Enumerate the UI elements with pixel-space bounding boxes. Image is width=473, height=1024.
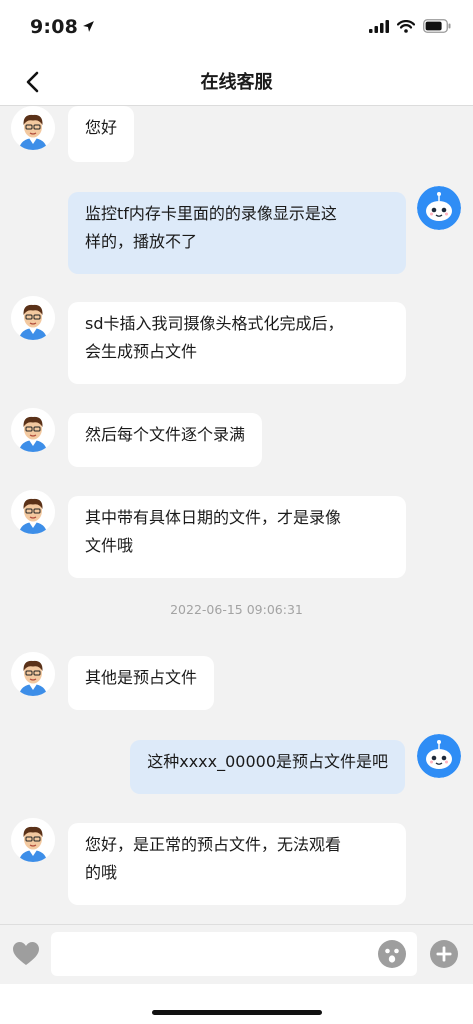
robot-avatar-icon [417,186,461,230]
message-timestamp: 2022-06-15 09:06:31 [170,602,303,617]
emoji-button[interactable] [377,939,407,969]
message-line: 您好，是正常的预占文件，无法观看 [85,835,342,854]
message-line: 您好 [85,118,118,137]
home-indicator-area [0,984,473,1024]
user-message-bubble: 这种xxxx_00000是预占文件是吧 [130,740,405,794]
status-icons [369,19,451,33]
input-bar [0,924,473,984]
message-line: 这种xxxx_00000是预占文件是吧 [147,752,388,771]
nav-bar: 在线客服 [0,56,473,106]
agent-avatar [11,106,55,150]
message-line: 的哦 [85,863,118,882]
message-line: 其中带有具体日期的文件，才是录像 [85,508,342,527]
agent-avatar-icon [11,296,55,340]
message-line: 样的，播放不了 [85,232,198,251]
agent-message-bubble: sd卡插入我司摄像头格式化完成后， 会生成预占文件 [68,302,406,384]
user-robot-avatar [417,186,461,230]
message-line: 文件哦 [85,536,134,555]
battery-icon [423,19,451,33]
robot-avatar-icon [417,734,461,778]
more-actions-button[interactable] [429,939,459,969]
emoji-face-icon [378,940,406,968]
agent-avatar [11,818,55,862]
favorite-button[interactable] [11,939,41,969]
agent-avatar [11,296,55,340]
user-message-bubble: 监控tf内存卡里面的的录像显示是这 样的，播放不了 [68,192,406,274]
agent-avatar [11,408,55,452]
agent-avatar-icon [11,490,55,534]
agent-avatar [11,652,55,696]
home-indicator[interactable] [152,1010,322,1015]
location-arrow-icon [82,16,95,38]
heart-icon [13,942,39,965]
cellular-signal-icon [369,19,389,33]
message-input[interactable] [51,932,417,976]
chat-message-list[interactable]: 您好 监控tf内存卡里面的的录像显示是这 样的，播放不了 sd卡插入我司摄像头格… [0,106,473,924]
message-line: 其他是预占文件 [85,668,198,687]
agent-avatar [11,490,55,534]
message-line: 监控tf内存卡里面的的录像显示是这 [85,204,337,223]
agent-message-bubble: 然后每个文件逐个录满 [68,413,263,467]
message-line: 会生成预占文件 [85,342,198,361]
wifi-icon [397,19,415,33]
status-time: 9:08 [30,16,95,38]
agent-message-bubble: 您好，是正常的预占文件，无法观看 的哦 [68,823,406,905]
page-title: 在线客服 [200,72,273,93]
status-bar: 9:08 [0,0,473,56]
user-robot-avatar [417,734,461,778]
agent-avatar-icon [11,652,55,696]
message-line: 然后每个文件逐个录满 [85,425,246,444]
agent-avatar-icon [11,818,55,862]
agent-message-bubble: 您好 [68,106,135,162]
agent-avatar-icon [11,408,55,452]
agent-avatar-icon [11,106,55,150]
agent-message-bubble: 其中带有具体日期的文件，才是录像 文件哦 [68,496,406,578]
agent-message-bubble: 其他是预占文件 [68,656,215,710]
message-line: sd卡插入我司摄像头格式化完成后， [85,314,344,333]
status-time-text: 9:08 [30,16,79,38]
plus-icon [430,940,458,968]
